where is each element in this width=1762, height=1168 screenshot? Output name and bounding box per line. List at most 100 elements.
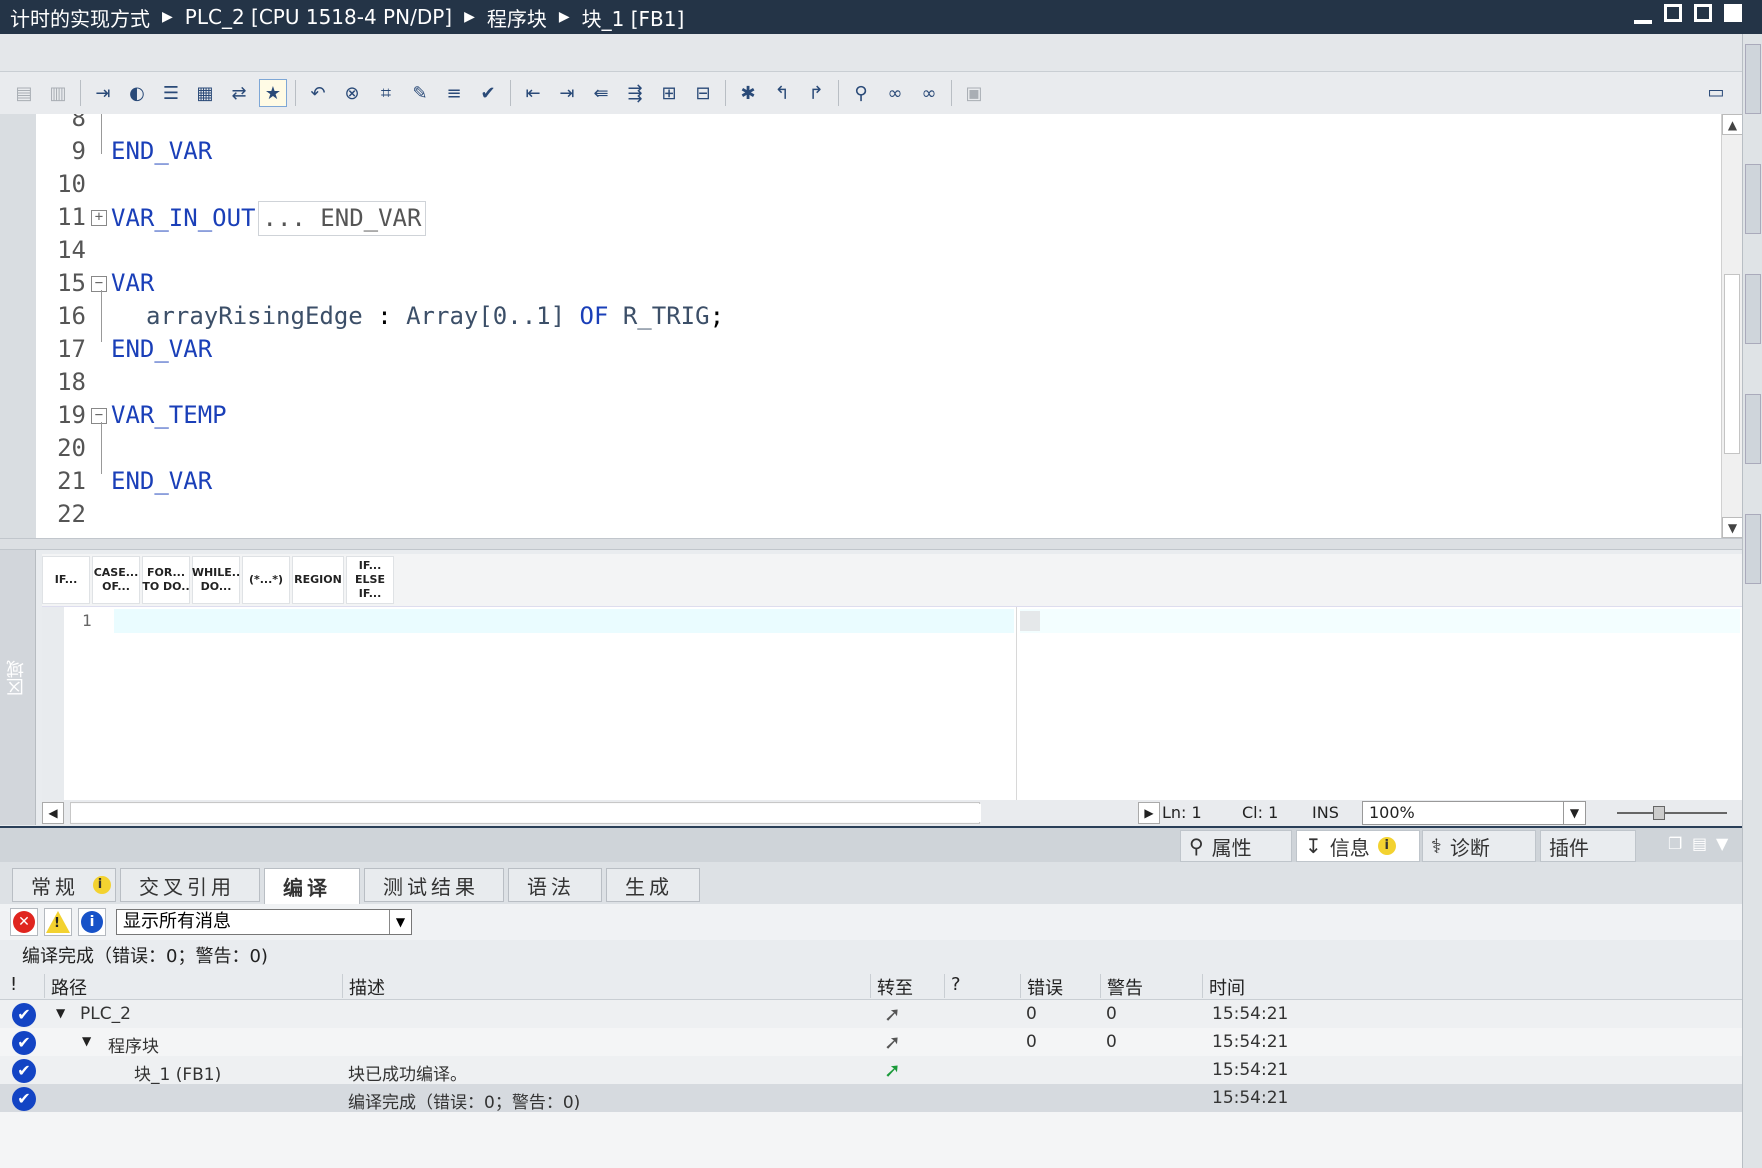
breadcrumb-block[interactable]: 块_1 [FB1]: [582, 3, 685, 32]
tab-info[interactable]: ↧ 信息 i: [1296, 830, 1420, 862]
minimize-icon[interactable]: [1634, 12, 1652, 24]
scroll-right-icon[interactable]: ▶: [1138, 802, 1160, 824]
collapse-fold-icon[interactable]: −: [91, 276, 107, 292]
task-card-tab[interactable]: [1745, 274, 1761, 344]
list-icon[interactable]: ☰: [157, 79, 185, 107]
instr-case-button[interactable]: CASE... OF...: [92, 556, 140, 604]
breadcrumb-plc[interactable]: PLC_2 [CPU 1518-4 PN/DP]: [185, 5, 452, 29]
instr-if-button[interactable]: IF...: [42, 556, 90, 604]
scrollbar-thumb[interactable]: [71, 804, 981, 822]
search-icon[interactable]: ⚲: [847, 79, 875, 107]
goto-arrow-icon[interactable]: ➚: [884, 1002, 901, 1026]
col-header-warnings[interactable]: 警告: [1100, 974, 1204, 999]
breadcrumb-program-blocks[interactable]: 程序块: [487, 3, 547, 32]
expand-triangle-icon[interactable]: ▼: [82, 1034, 91, 1048]
col-header-severity[interactable]: !: [4, 974, 17, 998]
tab-plugins[interactable]: 插件: [1540, 830, 1636, 862]
zoom-select[interactable]: 100% ▼: [1362, 801, 1586, 825]
indent-left-icon[interactable]: ⇤: [519, 79, 547, 107]
tab-diagnostics[interactable]: ⚕ 诊断: [1422, 830, 1536, 862]
chevron-down-icon[interactable]: ▼: [1563, 802, 1585, 824]
goto-error-icon[interactable]: ⊗: [338, 79, 366, 107]
restore-icon[interactable]: [1664, 4, 1682, 22]
scl-code-editor[interactable]: 1: [42, 606, 1742, 800]
zoom-slider-handle[interactable]: [1653, 806, 1665, 820]
task-card-tab[interactable]: [1745, 514, 1761, 584]
download-icon[interactable]: ⇥: [89, 79, 117, 107]
tab-test-results[interactable]: 测试结果: [364, 868, 504, 902]
tab-properties[interactable]: ⚲ 属性: [1180, 830, 1292, 862]
maximize-icon[interactable]: [1694, 4, 1712, 22]
expand-fold-icon[interactable]: +: [91, 210, 107, 226]
goto-arrow-icon[interactable]: ➚: [884, 1058, 901, 1082]
table-row[interactable]: ✔ 块_1 (FB1) 块已成功编译。 ➚ 15:54:21: [0, 1056, 1742, 1085]
set-bookmark-icon[interactable]: ✱: [734, 79, 762, 107]
horizontal-scrollbar[interactable]: [70, 802, 981, 824]
collapse-fold-icon[interactable]: −: [91, 408, 107, 424]
table-row[interactable]: ✔ 编译完成（错误：0；警告：0) 15:54:21: [0, 1084, 1742, 1113]
uncomment-icon[interactable]: ≡: [440, 79, 468, 107]
table-row[interactable]: ✔ ▼ PLC_2 ➚ 0 0 15:54:21: [0, 1000, 1742, 1028]
comment-icon[interactable]: ✎: [406, 79, 434, 107]
instr-comment-button[interactable]: (*...*): [242, 556, 290, 604]
filter-warnings-button[interactable]: !: [44, 908, 72, 936]
col-header-time[interactable]: 时间: [1202, 974, 1326, 999]
outdent-icon[interactable]: ⇚: [587, 79, 615, 107]
layout-icon[interactable]: ▭: [1702, 78, 1730, 106]
chevron-down-icon[interactable]: ▼: [1716, 834, 1728, 853]
block-icon[interactable]: ▦: [191, 79, 219, 107]
favorites-icon[interactable]: ★: [259, 79, 287, 107]
dock-icon[interactable]: ▤: [1692, 834, 1707, 853]
float-window-icon[interactable]: ❐: [1668, 834, 1682, 853]
message-filter-select[interactable]: 显示所有消息 ▼: [116, 909, 412, 935]
declaration-editor[interactable]: 8 9 END_VAR 10 11 + VAR_IN_OUT... END_VA…: [0, 114, 1743, 538]
instr-while-button[interactable]: WHILE.. DO...: [192, 556, 240, 604]
tab-syntax[interactable]: 语法: [508, 868, 602, 902]
scroll-up-icon[interactable]: ▲: [1722, 114, 1743, 135]
scrollbar-thumb[interactable]: [1724, 274, 1740, 454]
delete-network-icon[interactable]: ▥: [44, 79, 72, 107]
close-icon[interactable]: [1724, 4, 1742, 22]
monitor-icon[interactable]: ◐: [123, 79, 151, 107]
breadcrumb-project[interactable]: 计时的实现方式: [10, 3, 150, 32]
col-header-description[interactable]: 描述: [342, 974, 872, 999]
filter-errors-button[interactable]: ✕: [10, 908, 38, 936]
tab-compile[interactable]: 编译: [264, 868, 360, 904]
glasses-icon[interactable]: ∞: [915, 79, 943, 107]
lock-icon[interactable]: ▣: [960, 79, 988, 107]
instr-if-else-button[interactable]: IF... ELSE IF...: [346, 556, 394, 604]
table-row[interactable]: ✔ ▼ 程序块 ➚ 0 0 15:54:21: [0, 1028, 1742, 1057]
col-header-help[interactable]: ?: [944, 974, 1022, 998]
pane-divider[interactable]: [1016, 607, 1017, 800]
tab-general[interactable]: 常规 i: [12, 868, 116, 902]
compare-icon[interactable]: ⇄: [225, 79, 253, 107]
filter-info-button[interactable]: i: [78, 908, 106, 936]
instr-for-button[interactable]: FOR... TO DO..: [142, 556, 190, 604]
align-icon[interactable]: ⇶: [621, 79, 649, 107]
bookmark-icon[interactable]: ⌗: [372, 79, 400, 107]
vertical-scrollbar[interactable]: ▲ ▼: [1721, 114, 1743, 538]
code-area[interactable]: 8 9 END_VAR 10 11 + VAR_IN_OUT... END_VA…: [36, 114, 1721, 538]
col-header-errors[interactable]: 错误: [1020, 974, 1102, 999]
next-bookmark-icon[interactable]: ↱: [802, 79, 830, 107]
tab-generate[interactable]: 生成: [606, 868, 700, 902]
task-card-tab[interactable]: [1745, 44, 1761, 114]
region-pane-tab[interactable]: 区域: [0, 550, 36, 825]
indent-right-icon[interactable]: ⇥: [553, 79, 581, 107]
tab-cross-references[interactable]: 交叉引用: [120, 868, 260, 902]
expand-triangle-icon[interactable]: ▼: [56, 1006, 65, 1020]
instr-region-button[interactable]: REGION: [292, 556, 344, 604]
prev-bookmark-icon[interactable]: ↰: [768, 79, 796, 107]
scroll-down-icon[interactable]: ▼: [1722, 517, 1743, 538]
task-card-tab[interactable]: [1745, 164, 1761, 234]
chevron-down-icon[interactable]: ▼: [389, 910, 411, 934]
goto-arrow-icon[interactable]: ➚: [884, 1030, 901, 1054]
watch-icon[interactable]: ∞: [881, 79, 909, 107]
scroll-left-icon[interactable]: ◀: [42, 802, 64, 824]
col-header-goto[interactable]: 转至: [870, 974, 946, 999]
check-icon[interactable]: ✔: [474, 79, 502, 107]
expand-icon[interactable]: ⊞: [655, 79, 683, 107]
editor-splitter[interactable]: [0, 538, 1742, 550]
collapse-icon[interactable]: ⊟: [689, 79, 717, 107]
insert-network-icon[interactable]: ▤: [10, 79, 38, 107]
